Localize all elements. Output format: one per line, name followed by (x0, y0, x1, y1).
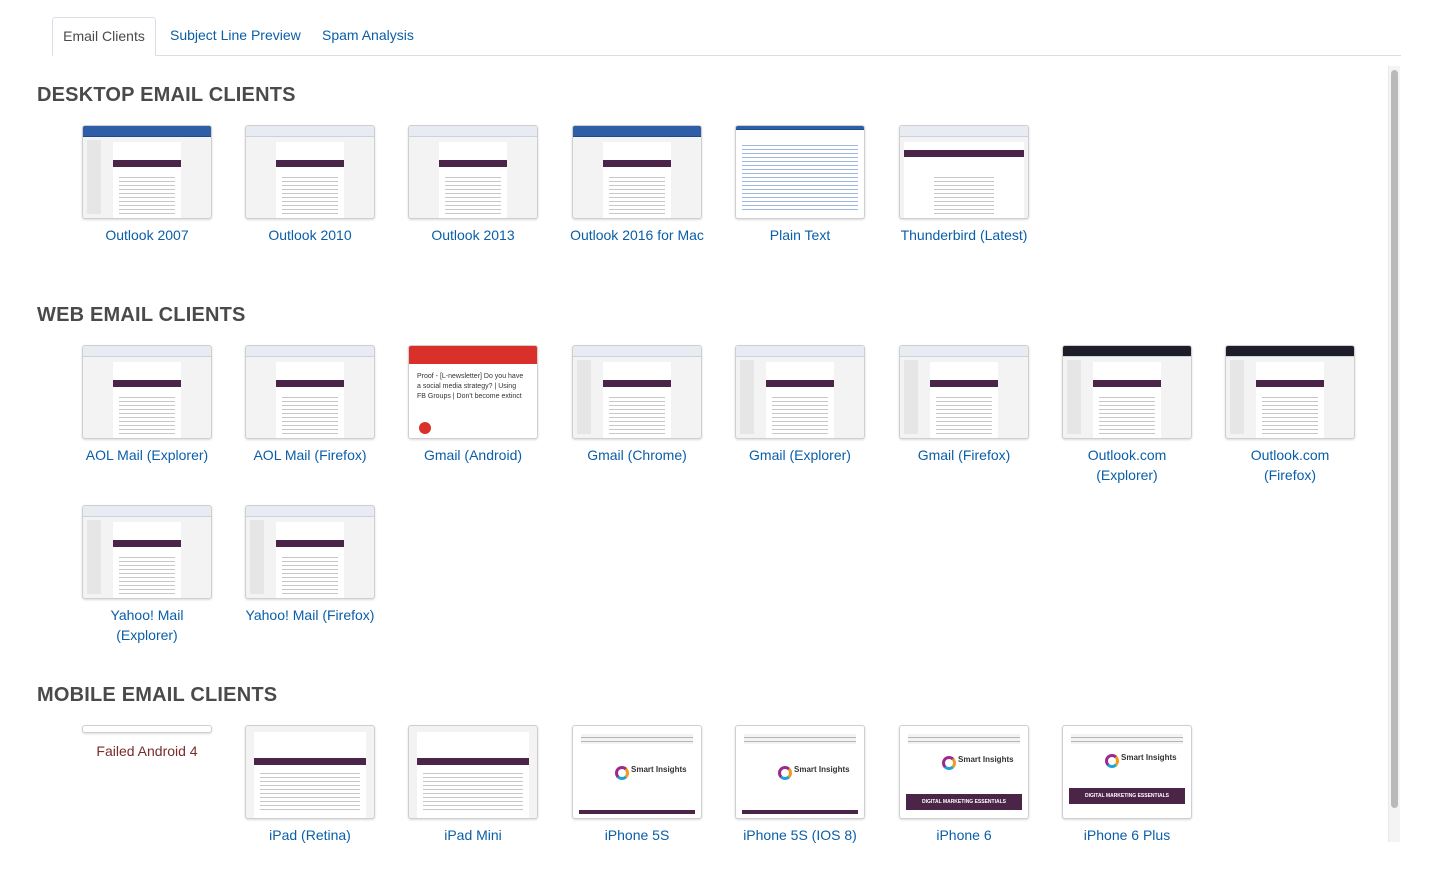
client-label[interactable]: Outlook 2007 (72, 225, 222, 245)
client-card-outlook-2007[interactable]: Outlook 2007 (72, 125, 222, 245)
client-card-gmail-android[interactable]: Proof - [L-newsletter] Do you have a soc… (398, 345, 548, 465)
preview-thumbnail[interactable] (735, 125, 865, 219)
preview-thumbnail[interactable] (82, 125, 212, 219)
client-card-iphone-6[interactable]: Smart Insights DIGITAL MARKETING ESSENTIA… (889, 725, 1039, 845)
desktop-section-title: DESKTOP EMAIL CLIENTS (37, 84, 296, 106)
vertical-scrollbar[interactable] (1388, 66, 1400, 842)
android-preview-text: Proof - [L-newsletter] Do you have a soc… (417, 373, 524, 400)
smart-insights-logo-icon (778, 766, 792, 780)
tab-bar: Email Clients Subject Line Preview Spam … (52, 17, 1401, 56)
client-card-iphone-5s-ios8[interactable]: Smart Insights iPhone 5S (IOS 8) (725, 725, 875, 845)
client-card-aol-explorer[interactable]: AOL Mail (Explorer) (72, 345, 222, 465)
preview-thumbnail[interactable] (572, 125, 702, 219)
tab-spam-analysis[interactable]: Spam Analysis (322, 17, 414, 54)
client-label[interactable]: Outlook.com (Firefox) (1215, 445, 1365, 485)
logo-text: Smart Insights (1121, 753, 1177, 762)
preview-thumbnail[interactable]: Proof - [L-newsletter] Do you have a soc… (408, 345, 538, 439)
client-card-outlook-2016-mac[interactable]: Outlook 2016 for Mac (562, 125, 712, 245)
client-card-gmail-explorer[interactable]: Gmail (Explorer) (725, 345, 875, 465)
preview-thumbnail[interactable] (408, 125, 538, 219)
mobile-bar-text: DIGITAL MARKETING ESSENTIALS (922, 799, 1006, 805)
client-card-failed-android-4[interactable]: Failed Android 4 (72, 725, 222, 761)
client-card-outlookcom-explorer[interactable]: Outlook.com (Explorer) (1052, 345, 1202, 485)
preview-thumbnail[interactable] (899, 125, 1029, 219)
logo-text: Smart Insights (958, 755, 1014, 764)
client-label[interactable]: AOL Mail (Explorer) (72, 445, 222, 465)
client-label[interactable]: Plain Text (725, 225, 875, 245)
smart-insights-logo-icon (615, 766, 629, 780)
mobile-section-title: MOBILE EMAIL CLIENTS (37, 684, 278, 706)
client-label[interactable]: iPhone 6 Plus (1052, 825, 1202, 845)
scrollbar-thumb[interactable] (1391, 70, 1398, 808)
smart-insights-logo-icon (1105, 754, 1119, 768)
client-label[interactable]: Outlook.com (Explorer) (1052, 445, 1202, 485)
client-label[interactable]: Yahoo! Mail (Explorer) (72, 605, 222, 645)
preview-thumbnail[interactable] (82, 345, 212, 439)
client-card-outlook-2013[interactable]: Outlook 2013 (398, 125, 548, 245)
mobile-bar-text: DIGITAL MARKETING ESSENTIALS (1085, 793, 1169, 799)
logo-text: Smart Insights (794, 765, 850, 774)
client-card-ipad-mini[interactable]: iPad Mini (398, 725, 548, 845)
preview-thumbnail[interactable] (245, 125, 375, 219)
client-card-outlookcom-firefox[interactable]: Outlook.com (Firefox) (1215, 345, 1365, 485)
client-label[interactable]: AOL Mail (Firefox) (235, 445, 385, 465)
smart-insights-logo-icon (942, 756, 956, 770)
preview-thumbnail[interactable]: Smart Insights (572, 725, 702, 819)
client-label[interactable]: iPhone 5S (562, 825, 712, 845)
preview-thumbnail[interactable]: Smart Insights DIGITAL MARKETING ESSENTIA… (1062, 725, 1192, 819)
client-card-plain-text[interactable]: Plain Text (725, 125, 875, 245)
tab-subject-line-preview[interactable]: Subject Line Preview (170, 17, 301, 54)
preview-thumbnail[interactable]: Smart Insights DIGITAL MARKETING ESSENTIA… (899, 725, 1029, 819)
client-card-outlook-2010[interactable]: Outlook 2010 (235, 125, 385, 245)
client-card-gmail-chrome[interactable]: Gmail (Chrome) (562, 345, 712, 465)
client-label[interactable]: iPhone 6 (889, 825, 1039, 845)
client-label-failed[interactable]: Failed Android 4 (72, 741, 222, 761)
client-label[interactable]: iPhone 5S (IOS 8) (725, 825, 875, 845)
client-label[interactable]: Outlook 2016 for Mac (562, 225, 712, 245)
client-card-ipad-retina[interactable]: iPad (Retina) (235, 725, 385, 845)
client-card-aol-firefox[interactable]: AOL Mail (Firefox) (235, 345, 385, 465)
logo-text: Smart Insights (631, 765, 687, 774)
client-label[interactable]: Outlook 2013 (398, 225, 548, 245)
client-card-iphone-6-plus[interactable]: Smart Insights DIGITAL MARKETING ESSENTIA… (1052, 725, 1202, 845)
web-section-title: WEB EMAIL CLIENTS (37, 304, 246, 326)
preview-thumbnail[interactable] (1225, 345, 1355, 439)
preview-thumbnail[interactable] (1062, 345, 1192, 439)
client-label[interactable]: Yahoo! Mail (Firefox) (235, 605, 385, 625)
preview-thumbnail[interactable] (735, 345, 865, 439)
preview-thumbnail-empty[interactable] (82, 725, 212, 733)
client-card-gmail-firefox[interactable]: Gmail (Firefox) (889, 345, 1039, 465)
client-label[interactable]: iPad Mini (398, 825, 548, 845)
preview-thumbnail[interactable] (899, 345, 1029, 439)
client-label[interactable]: iPad (Retina) (235, 825, 385, 845)
preview-thumbnail[interactable] (82, 505, 212, 599)
client-card-yahoo-firefox[interactable]: Yahoo! Mail (Firefox) (235, 505, 385, 625)
tab-email-clients[interactable]: Email Clients (52, 17, 156, 56)
preview-thumbnail[interactable] (572, 345, 702, 439)
client-label[interactable]: Gmail (Explorer) (725, 445, 875, 465)
client-card-yahoo-explorer[interactable]: Yahoo! Mail (Explorer) (72, 505, 222, 645)
client-card-iphone-5s[interactable]: Smart Insights iPhone 5S (562, 725, 712, 845)
preview-thumbnail[interactable] (245, 505, 375, 599)
client-label[interactable]: Gmail (Chrome) (562, 445, 712, 465)
preview-thumbnail[interactable] (245, 725, 375, 819)
client-card-thunderbird[interactable]: Thunderbird (Latest) (889, 125, 1039, 245)
client-label[interactable]: Gmail (Android) (398, 445, 548, 465)
client-label[interactable]: Outlook 2010 (235, 225, 385, 245)
preview-thumbnail[interactable]: Smart Insights (735, 725, 865, 819)
client-label[interactable]: Gmail (Firefox) (889, 445, 1039, 465)
client-label[interactable]: Thunderbird (Latest) (889, 225, 1039, 245)
preview-thumbnail[interactable] (408, 725, 538, 819)
preview-thumbnail[interactable] (245, 345, 375, 439)
